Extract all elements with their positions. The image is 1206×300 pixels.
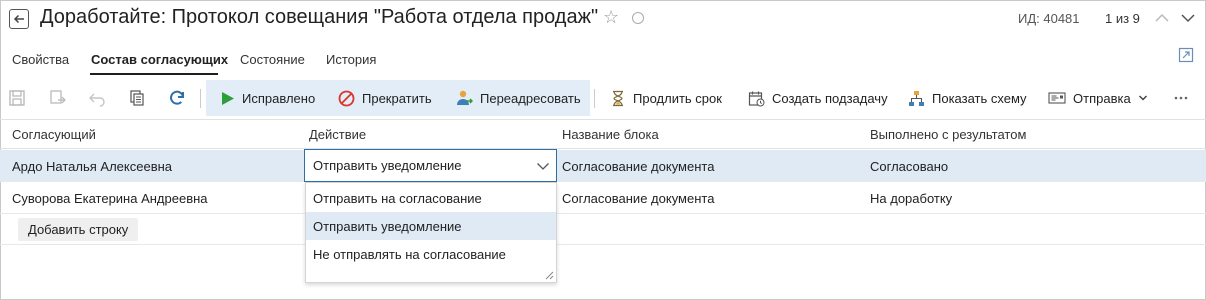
dropdown-option[interactable]: Не отправлять на согласование	[306, 240, 556, 268]
action-dropdown-list: Отправить на согласование Отправить увед…	[305, 182, 557, 283]
stop-icon	[338, 90, 355, 106]
result-cell: Согласовано	[870, 159, 949, 174]
result-cell: На доработку	[870, 191, 953, 206]
chevron-down-icon	[1138, 95, 1147, 101]
table-row[interactable]: Ардо Наталья Алексеевна Согласование док…	[0, 150, 1206, 182]
redirect-button-label: Переадресовать	[480, 90, 581, 106]
hourglass-icon	[613, 90, 623, 106]
fixed-button-label: Исправлено	[242, 90, 316, 106]
column-header-approver[interactable]: Согласующий	[12, 127, 96, 142]
favorite-star-icon[interactable]: ☆	[603, 7, 619, 28]
fixed-button[interactable]: Исправлено	[220, 80, 315, 116]
redirect-button[interactable]: Переадресовать	[455, 80, 581, 116]
tab-bar: Свойства Состав согласующих Состояние Ис…	[0, 44, 1206, 74]
back-button[interactable]	[9, 9, 29, 29]
stop-button-label: Прекратить	[362, 90, 432, 106]
save-close-icon[interactable]	[49, 89, 67, 107]
toolbar-separator	[200, 89, 201, 108]
stop-button[interactable]: Прекратить	[338, 80, 432, 116]
more-menu-button[interactable]	[1174, 80, 1195, 116]
pager-counter: 1 из 9	[1105, 11, 1140, 26]
arrow-left-icon	[13, 14, 24, 24]
divider	[0, 244, 1206, 245]
create-subtask-button[interactable]: Создать подзадачу	[748, 80, 888, 116]
extend-deadline-label: Продлить срок	[633, 90, 722, 106]
undo-icon[interactable]	[88, 89, 106, 107]
tab-history[interactable]: История	[326, 52, 376, 67]
dropdown-option[interactable]: Отправить на согласование	[306, 184, 556, 212]
column-header-block[interactable]: Название блока	[562, 127, 659, 142]
more-dots-icon	[1174, 96, 1188, 100]
chevron-down-icon[interactable]	[1178, 8, 1198, 28]
save-icon[interactable]	[8, 89, 26, 107]
copy-icon[interactable]	[128, 89, 146, 107]
active-tab-indicator	[90, 73, 218, 75]
tab-status[interactable]: Состояние	[240, 52, 305, 67]
approver-cell: Ардо Наталья Алексеевна	[12, 159, 173, 174]
add-row-button[interactable]: Добавить строку	[18, 218, 139, 241]
user-redirect-icon	[457, 90, 473, 105]
toolbar-separator	[594, 89, 595, 108]
action-select[interactable]: Отправить уведомление	[304, 149, 557, 182]
send-menu-button[interactable]: Отправка	[1048, 80, 1148, 116]
chevron-down-icon[interactable]	[536, 159, 550, 173]
toolbar: Исправлено Прекратить Переадресовать Про…	[0, 80, 1206, 116]
create-subtask-label: Создать подзадачу	[772, 90, 888, 106]
dropdown-option[interactable]: Отправить уведомление	[306, 212, 556, 240]
refresh-icon[interactable]	[168, 89, 186, 107]
expand-icon[interactable]	[1178, 47, 1194, 63]
show-scheme-button[interactable]: Показать схему	[908, 80, 1027, 116]
column-header-result[interactable]: Выполнено с результатом	[870, 127, 1026, 142]
table-row[interactable]: Суворова Екатерина Андреевна Согласовани…	[0, 182, 1206, 214]
scheme-icon	[909, 90, 924, 106]
send-menu-label: Отправка	[1073, 90, 1131, 106]
document-id: ИД: 40481	[1018, 11, 1080, 26]
table-header: Согласующий Действие Название блока Выпо…	[0, 119, 1206, 149]
approver-cell: Суворова Екатерина Андреевна	[12, 191, 208, 206]
tab-properties[interactable]: Свойства	[12, 52, 69, 67]
calendar-subtask-icon	[748, 91, 765, 106]
extend-deadline-button[interactable]: Продлить срок	[610, 80, 722, 116]
action-select-value: Отправить уведомление	[313, 158, 462, 173]
show-scheme-label: Показать схему	[932, 90, 1027, 106]
page-title: Доработайте: Протокол совещания "Работа …	[40, 6, 599, 28]
tab-approvers[interactable]: Состав согласующих	[91, 52, 228, 67]
resize-grip-icon[interactable]	[545, 271, 554, 280]
status-circle-icon[interactable]	[632, 12, 644, 24]
block-cell: Согласование документа	[562, 191, 715, 206]
play-icon	[222, 91, 234, 105]
block-cell: Согласование документа	[562, 159, 715, 174]
column-header-action[interactable]: Действие	[309, 127, 366, 142]
header: Доработайте: Протокол совещания "Работа …	[0, 0, 1206, 38]
chevron-up-icon[interactable]	[1152, 8, 1172, 28]
send-card-icon	[1048, 92, 1066, 104]
